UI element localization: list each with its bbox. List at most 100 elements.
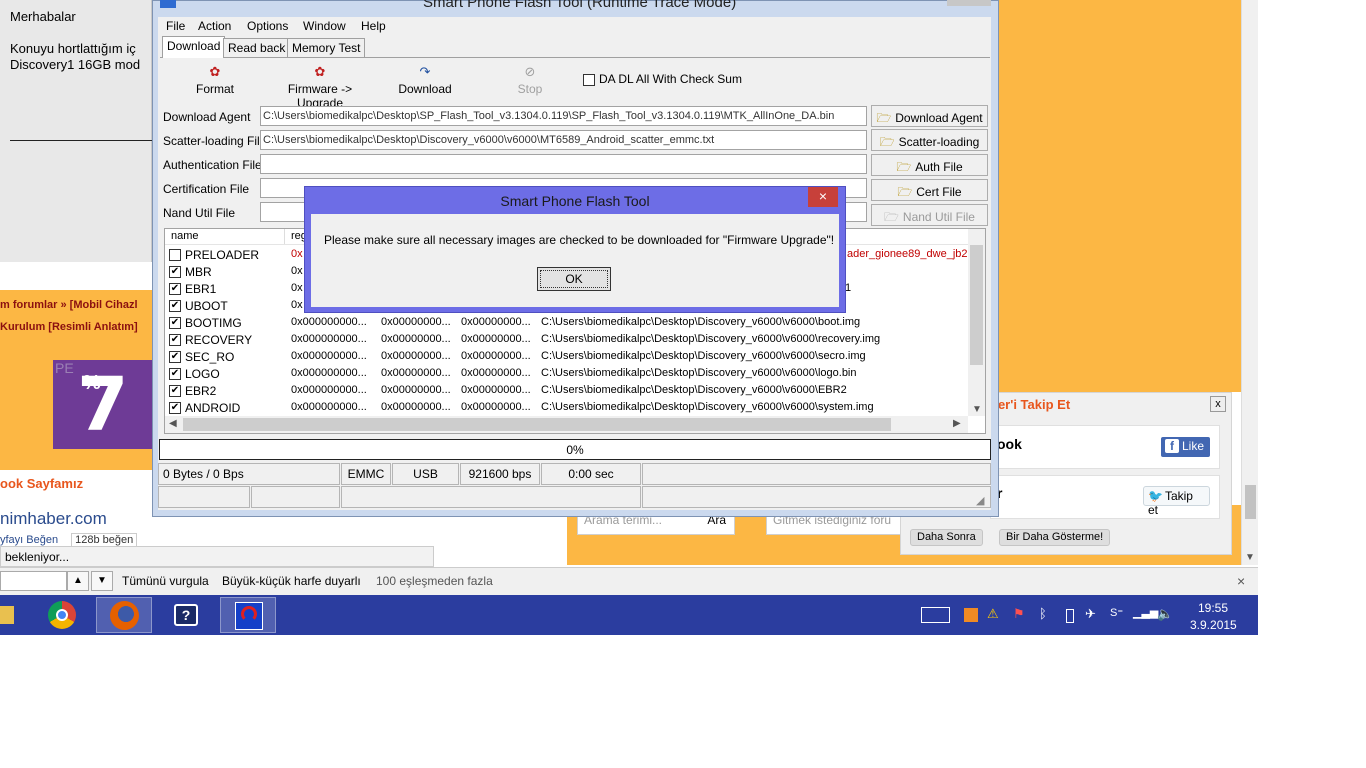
partition-checkbox[interactable]: ✔ [169,368,181,380]
partition-name: EBR1 [185,282,217,296]
later-button[interactable]: Daha Sonra [910,529,983,546]
menu-file[interactable]: File [166,19,185,33]
window-app-icon[interactable] [160,0,176,8]
list-horizontal-scrollbar[interactable]: ◀ ▶ [165,416,968,433]
partition-file-path: C:\Users\biomedikalpc\Desktop\Discovery_… [541,333,881,345]
download-agent-label: Download Agent [163,110,251,124]
network-tray-icon[interactable]: ✈ [1085,606,1096,622]
da-dl-checkbox-box[interactable] [583,73,595,86]
scatter-file-input[interactable]: C:\Users\biomedikalpc\Desktop\Discovery_… [260,130,867,150]
scroll-down-icon[interactable]: ▼ [1245,552,1255,563]
menu-window[interactable]: Window [303,19,346,33]
promo-pe-text: PE [55,360,74,376]
menu-help[interactable]: Help [361,19,386,33]
partition-checkbox[interactable]: ✔ [169,351,181,363]
partition-checkbox[interactable]: ✔ [169,334,181,346]
status-spare-5 [642,486,991,508]
dialog-title: Smart Phone Flash Tool [500,193,650,209]
bluetooth-icon[interactable]: ᛒ [1039,606,1047,621]
find-next-button[interactable]: ▼ [91,571,113,591]
tab-download[interactable]: Download [162,36,226,58]
partition-checkbox[interactable]: ✔ [169,266,181,278]
find-match-count: 100 eşleşmeden fazla [376,574,493,588]
promo-banner[interactable]: PE % 7 [53,360,152,449]
facebook-site-name[interactable]: nimhaber.com [0,509,107,529]
clock-date[interactable]: 3.9.2015 [1190,618,1237,632]
partition-checkbox[interactable]: ✔ [169,300,181,312]
forum-post-area [0,0,152,262]
auth-file-input[interactable] [260,154,867,174]
action-center-flag-icon[interactable]: ⚑ [1013,606,1025,622]
battery-icon[interactable] [1066,609,1074,623]
partition-checkbox[interactable]: ✔ [169,402,181,414]
resize-grip-icon[interactable]: ◢ [976,494,984,507]
partition-end-address: 0x00000000... [381,384,451,396]
scroll-down-icon[interactable]: ▼ [972,404,982,415]
twitter-follow-button[interactable]: 🐦 Takip et [1143,486,1210,517]
scroll-left-icon[interactable]: ◀ [169,418,177,429]
clock-time[interactable]: 19:55 [1198,601,1228,615]
list-vertical-scrollbar[interactable]: ▼ [968,229,985,416]
da-dl-checksum-checkbox[interactable]: DA DL All With Check Sum [583,72,742,86]
find-previous-button[interactable]: ▲ [67,571,89,591]
highlight-all-toggle[interactable]: Tümünü vurgula [122,574,209,588]
menu-options[interactable]: Options [247,19,288,33]
list-horizontal-scrollbar-thumb[interactable] [183,418,891,431]
taskbar-explorer-button[interactable] [0,597,20,633]
follow-close-button[interactable]: x [1210,396,1226,412]
partition-checkbox[interactable] [169,249,181,261]
find-input[interactable] [0,571,67,591]
match-case-toggle[interactable]: Büyük-küçük harfe duyarlı [222,574,361,588]
auth-file-button[interactable]: 🗁 Auth File [871,154,988,176]
download-button[interactable]: ↷ Download [398,64,452,96]
taskbar-flashtool-button[interactable] [220,597,276,633]
window-close-button[interactable] [947,0,991,6]
facebook-page-like-link[interactable]: yfayı Beğen [0,534,58,546]
partition-checkbox[interactable]: ✔ [169,283,181,295]
breadcrumb-link-2[interactable]: Kurulum [Resimli Anlatım] [0,321,138,333]
partition-begin-address: 0x000000000... [291,367,367,379]
stop-button[interactable]: ⊘ Stop [513,64,547,96]
page-scrollbar-thumb[interactable] [1245,485,1256,519]
download-agent-button[interactable]: 🗁 Download Agent [871,105,988,127]
input-indicator-icon[interactable]: S⁼ [1110,606,1123,619]
column-name-header[interactable]: name [171,230,199,242]
volume-icon[interactable]: 🔈 [1157,606,1173,622]
taskbar-chrome-button[interactable] [34,597,90,633]
page-scrollbar[interactable]: ▼ [1241,0,1258,565]
partition-end-address: 0x00000000... [381,316,451,328]
cert-file-button[interactable]: 🗁 Cert File [871,179,988,201]
format-button[interactable]: ✿ Format [192,64,238,96]
scatter-loading-button[interactable]: 🗁 Scatter-loading [871,129,988,151]
folder-open-icon: 🗁 [896,160,912,174]
keyboard-icon[interactable] [921,607,950,623]
breadcrumb-link[interactable]: m forumlar » [Mobil Cihazl [0,299,138,311]
download-agent-input[interactable]: C:\Users\biomedikalpc\Desktop\SP_Flash_T… [260,106,867,126]
progress-bar: 0% [159,439,991,460]
facebook-like-button[interactable]: f Like [1161,437,1210,457]
partition-checkbox[interactable]: ✔ [169,317,181,329]
taskbar-help-button[interactable]: ? [158,597,214,633]
signal-strength-icon[interactable]: ▁▃▅ [1133,606,1158,619]
partition-name: MBR [185,265,212,279]
promo-number: 7 [77,362,129,448]
partition-name: LOGO [185,367,220,381]
tab-memory-test[interactable]: Memory Test [287,38,366,58]
dialog-close-button[interactable]: × [808,187,838,207]
list-vertical-scrollbar-thumb[interactable] [970,245,983,365]
find-close-button[interactable]: × [1237,573,1245,589]
taskbar-firefox-button[interactable] [96,597,152,633]
dialog-ok-button[interactable]: OK [537,267,611,291]
never-show-button[interactable]: Bir Daha Gösterme! [999,529,1111,546]
partition-begin-address: 0x [291,265,303,277]
firmware-upgrade-button[interactable]: ✿ Firmware -> Upgrade [268,64,372,110]
scroll-right-icon[interactable]: ▶ [953,418,961,429]
partition-checkbox[interactable]: ✔ [169,385,181,397]
tab-read-back[interactable]: Read back [223,38,291,58]
nand-util-button[interactable]: 🗁 Nand Util File [871,204,988,226]
follow-panel-title: ber'i Takip Et [990,397,1071,412]
warning-icon[interactable]: ⚠ [987,606,999,622]
menu-action[interactable]: Action [198,19,231,33]
app-tray-icon[interactable] [964,608,978,622]
partition-begin-address: 0x [291,282,303,294]
